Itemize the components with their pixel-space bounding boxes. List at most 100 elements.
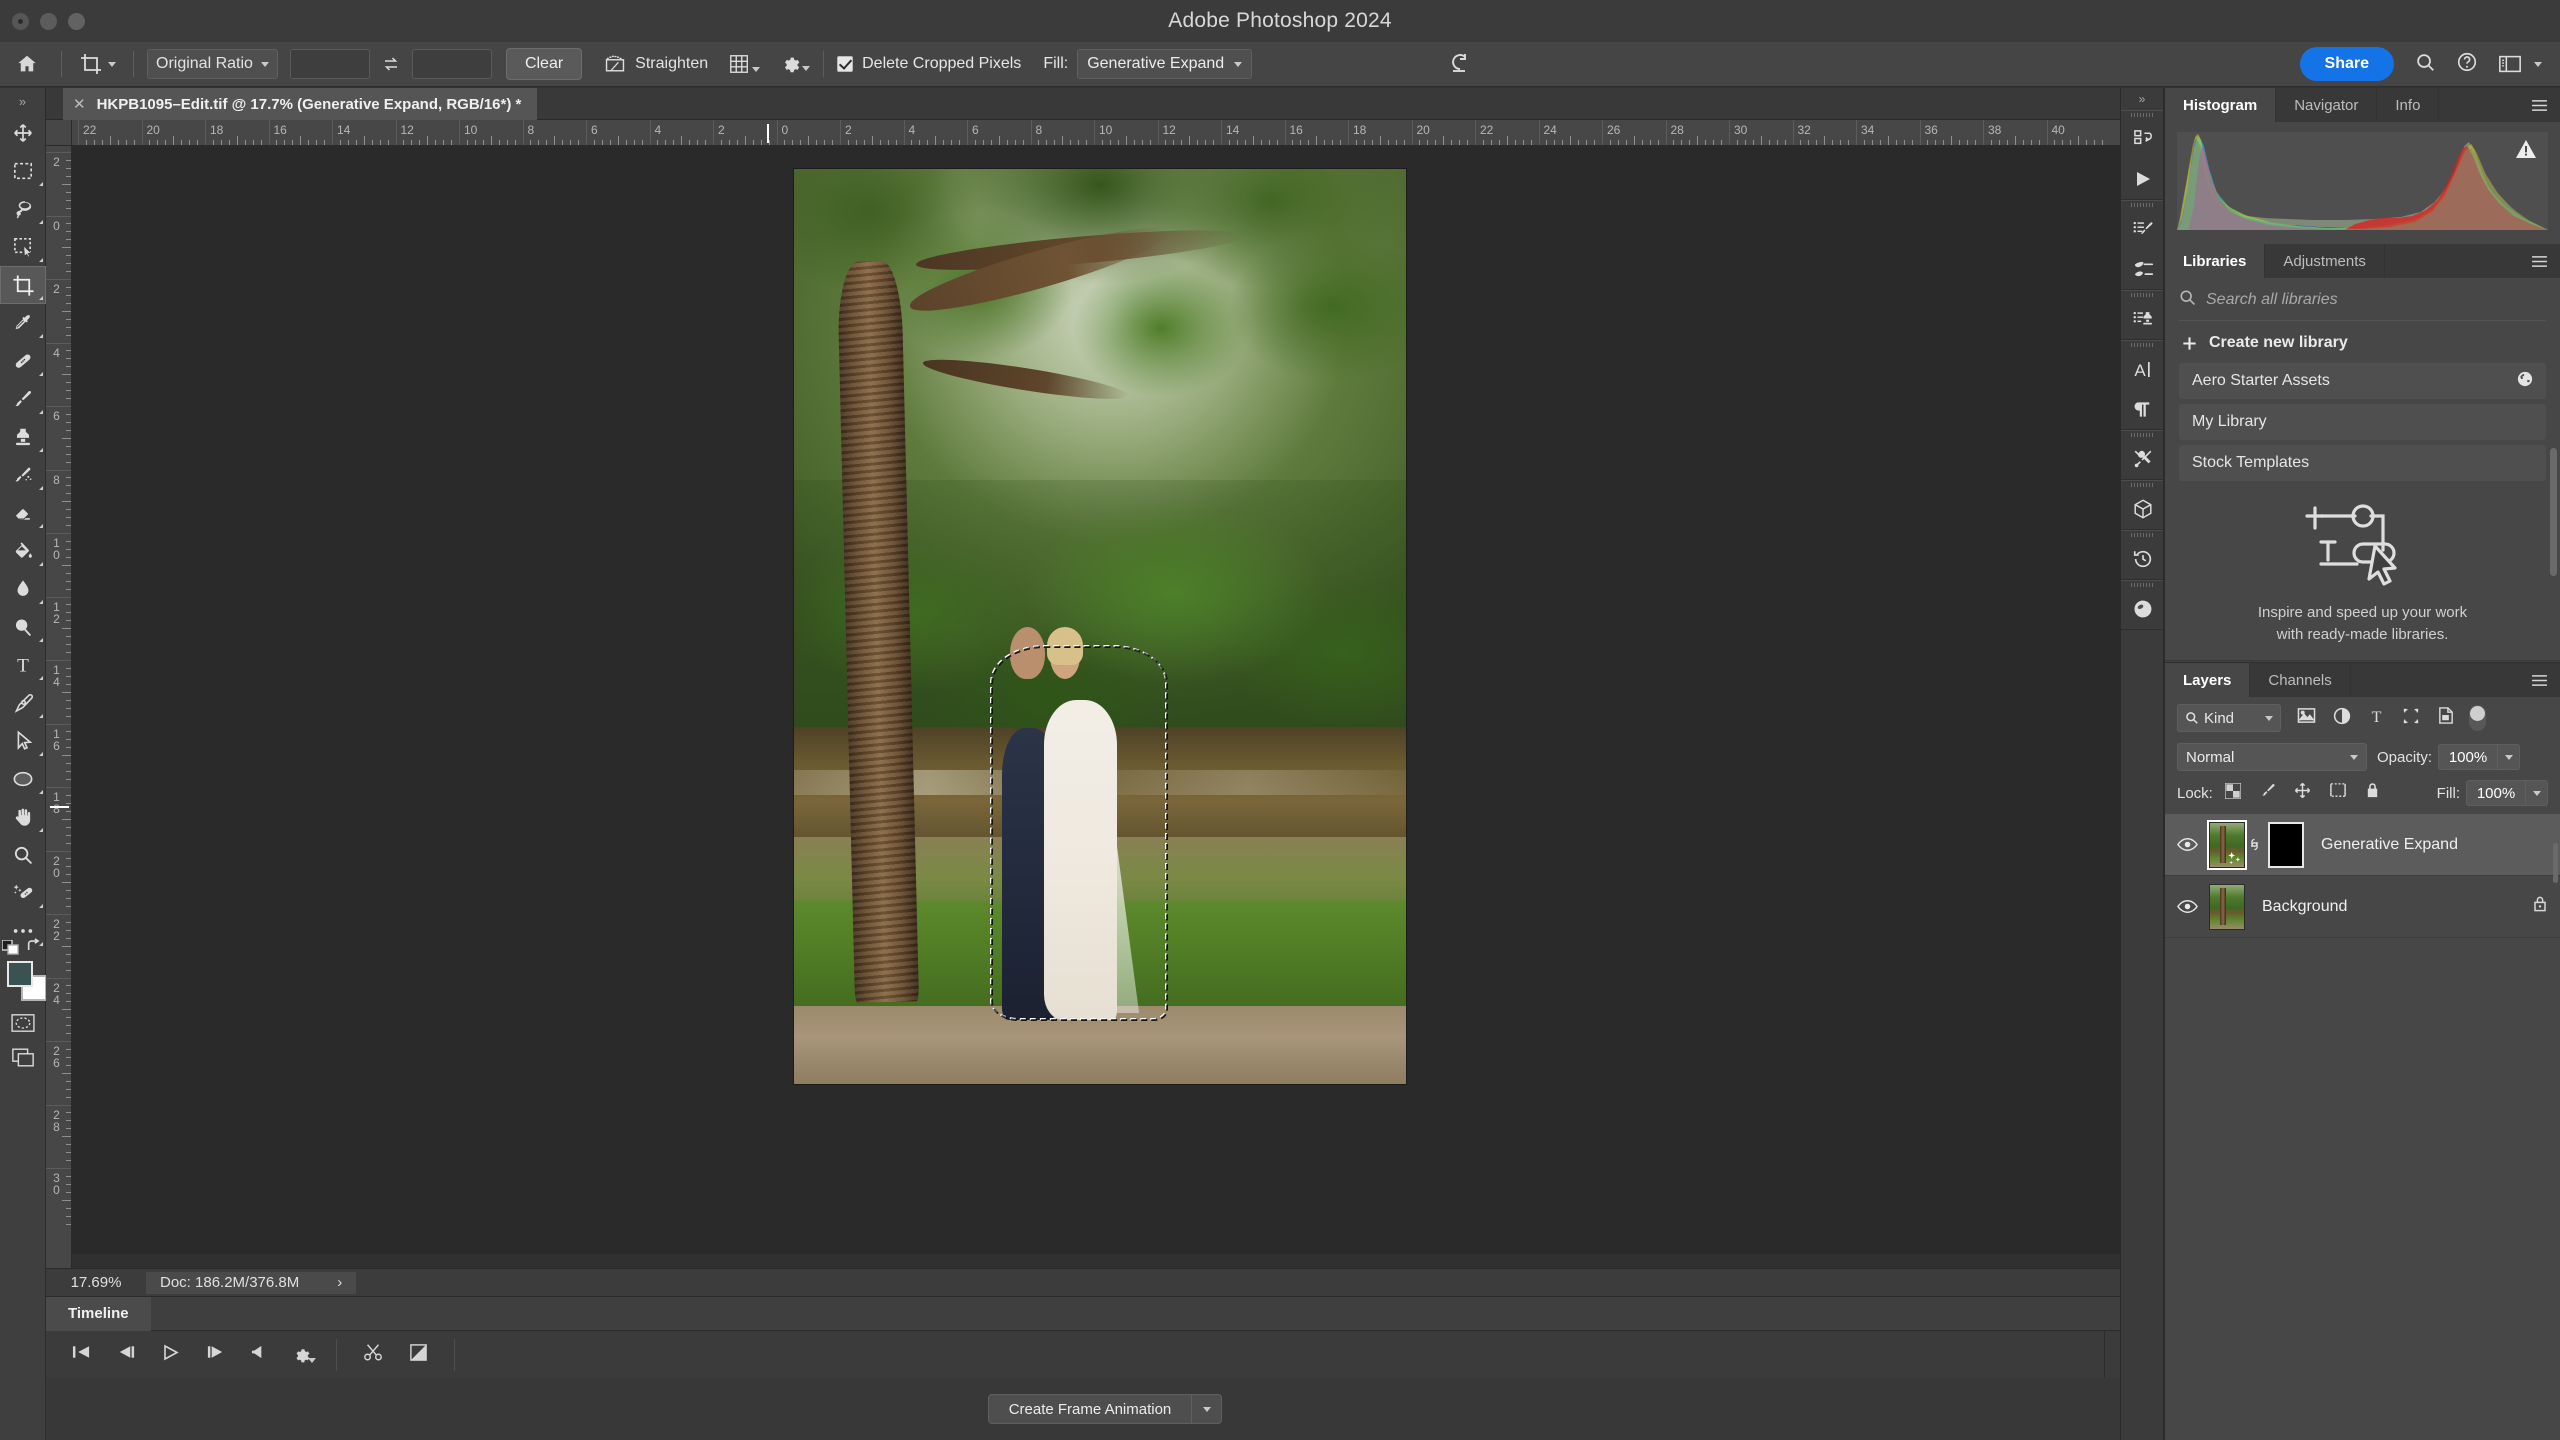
flyout-indicator[interactable] [39, 676, 43, 680]
type-tool[interactable]: T [0, 646, 46, 684]
speaker-icon[interactable] [251, 1344, 266, 1365]
layer-row-background[interactable]: Background [2165, 876, 2560, 938]
filter-toggle-switch[interactable] [2469, 705, 2486, 731]
tab-navigator[interactable]: Navigator [2276, 88, 2378, 122]
double-chevron-right-icon[interactable]: » [2121, 88, 2163, 110]
tab-timeline[interactable]: Timeline [46, 1296, 151, 1331]
move-tool[interactable] [0, 114, 46, 152]
horizontal-ruler[interactable]: 22 20 18 16 14 12 10 8 6 4 2 0 2 4 6 8 10 12 14 16 18 20 22 24 2… [72, 120, 2164, 146]
flyout-indicator[interactable] [39, 182, 43, 186]
panel-grip[interactable] [2121, 431, 2163, 439]
chevron-down-icon[interactable] [2534, 61, 2542, 67]
chevron-right-icon[interactable]: › [337, 1274, 342, 1291]
opacity-slider-toggle[interactable] [2498, 744, 2521, 770]
flyout-indicator[interactable] [39, 296, 43, 300]
scissors-icon[interactable] [363, 1342, 383, 1367]
chevron-down-icon[interactable] [108, 61, 116, 67]
delete-cropped-pixels-checkbox[interactable]: Delete Cropped Pixels [837, 55, 1021, 73]
3d-panel-icon[interactable] [2121, 489, 2165, 529]
window-controls[interactable] [12, 0, 85, 42]
eraser-tool[interactable] [0, 494, 46, 532]
panel-menu-icon[interactable] [2531, 99, 2548, 117]
crop-settings-gear-icon[interactable] [780, 54, 811, 74]
library-item-aero-starter-assets[interactable]: Aero Starter Assets [2179, 363, 2546, 399]
layer-filter-kind-select[interactable]: Kind [2177, 704, 2281, 732]
layer-row-generative-expand[interactable]: Generative Expand [2165, 814, 2560, 876]
panel-grip[interactable] [2121, 481, 2163, 489]
share-button[interactable]: Share [2299, 47, 2394, 81]
crop-height-input[interactable] [411, 49, 492, 79]
character-panel-icon[interactable]: A [2121, 349, 2165, 389]
flyout-indicator[interactable] [39, 524, 43, 528]
text-t-icon[interactable]: T [2368, 707, 2385, 730]
libraries-search[interactable]: Search all libraries [2165, 278, 2560, 320]
minimize-window-button[interactable] [40, 12, 57, 30]
layer-thumbnail[interactable] [2209, 821, 2245, 868]
gear-icon[interactable] [292, 1346, 316, 1364]
brush-settings-icon[interactable] [2121, 209, 2165, 249]
flyout-indicator[interactable] [39, 638, 43, 642]
create-frame-animation-control[interactable]: Create Frame Animation [987, 1394, 1223, 1424]
histogram-graph[interactable] [2177, 132, 2548, 230]
flyout-indicator[interactable] [39, 790, 43, 794]
quick-mask-icon[interactable] [0, 1006, 46, 1040]
reset-icon[interactable] [1447, 52, 1471, 76]
play-icon[interactable] [162, 1344, 180, 1366]
panel-grip[interactable] [2121, 291, 2163, 299]
half-circle-icon[interactable] [2333, 707, 2351, 730]
home-icon[interactable] [6, 42, 48, 87]
gradient-tool[interactable] [0, 532, 46, 570]
clear-button[interactable]: Clear [505, 48, 583, 80]
checkerboard-icon[interactable] [2224, 781, 2242, 804]
tab-layers[interactable]: Layers [2165, 663, 2251, 697]
play-actions-icon[interactable] [2121, 159, 2165, 199]
marquee-tool[interactable] [0, 152, 46, 190]
paragraph-panel-icon[interactable] [2121, 389, 2165, 429]
panel-grip[interactable] [2121, 201, 2163, 209]
panel-menu-icon[interactable] [2531, 674, 2548, 692]
blend-mode-select[interactable]: Normal [2177, 743, 2367, 771]
layer-visibility-toggle[interactable] [2165, 837, 2209, 852]
flyout-indicator[interactable] [39, 258, 43, 262]
close-icon[interactable]: ✕ [73, 95, 86, 113]
flyout-indicator[interactable] [39, 752, 43, 756]
chevron-down-icon[interactable] [802, 66, 811, 71]
vertical-ruler[interactable]: 2024681012141618202224262830 [46, 146, 72, 1268]
flyout-indicator[interactable] [39, 372, 43, 376]
search-icon[interactable] [2414, 51, 2436, 78]
brush-tool[interactable] [0, 380, 46, 418]
panel-menu-icon[interactable] [2531, 255, 2548, 273]
flyout-indicator[interactable] [39, 334, 43, 338]
object-selection-tool[interactable] [0, 228, 46, 266]
flyout-indicator[interactable] [39, 828, 43, 832]
panel-grip[interactable] [2121, 341, 2163, 349]
libraries-scrollbar[interactable] [2550, 448, 2557, 576]
zoom-tool[interactable] [0, 836, 46, 874]
document-info[interactable]: Doc: 186.2M/376.8M › [146, 1271, 357, 1294]
help-icon[interactable] [2456, 51, 2478, 78]
flyout-indicator[interactable] [39, 410, 43, 414]
panel-grip[interactable] [2121, 111, 2163, 119]
crop-overlay-grid-icon[interactable] [728, 53, 761, 75]
straighten-button[interactable]: Straighten [604, 54, 708, 74]
dodge-tool[interactable] [0, 608, 46, 646]
eyedropper-tool[interactable] [0, 304, 46, 342]
pen-tool[interactable] [0, 684, 46, 722]
layer-mask-thumbnail[interactable] [2268, 821, 2304, 868]
history-brush-tool[interactable] [0, 456, 46, 494]
lasso-tool[interactable] [0, 190, 46, 228]
opacity-input[interactable]: 100% [2438, 744, 2499, 770]
path-selection-tool[interactable] [0, 722, 46, 760]
swap-arrows-icon[interactable] [376, 49, 406, 79]
layer-name[interactable]: Generative Expand [2321, 836, 2458, 854]
tab-info[interactable]: Info [2377, 88, 2440, 122]
clone-source-panel-icon[interactable] [2121, 299, 2165, 339]
smart-object-icon[interactable] [2437, 706, 2455, 730]
color-swatches[interactable] [0, 938, 47, 1006]
shape-tool[interactable] [0, 760, 46, 798]
adjustments-panel-icon[interactable] [2121, 589, 2165, 629]
blur-tool[interactable] [0, 570, 46, 608]
paintbrush-icon[interactable] [2259, 782, 2276, 804]
zoom-level[interactable]: 17.69% [46, 1274, 146, 1291]
brushes-panel-icon[interactable] [2121, 249, 2165, 289]
